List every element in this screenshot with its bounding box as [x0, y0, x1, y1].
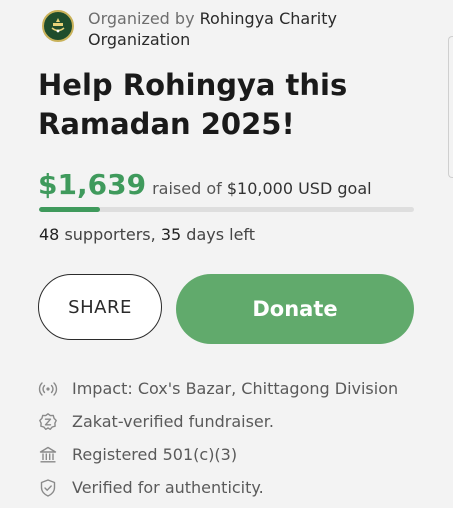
scroll-edge	[448, 36, 453, 178]
share-button[interactable]: SHARE	[38, 274, 162, 340]
supporters-line: 48 supporters, 35 days left	[39, 225, 255, 244]
donate-button[interactable]: Donate	[176, 274, 414, 344]
funding-summary: $1,639 raised of $10,000 USD goal	[38, 168, 372, 201]
goal-text: raised of $10,000 USD goal	[152, 179, 372, 198]
charity-crest-icon	[42, 10, 74, 42]
organizer-text: Organized by Rohingya Charity Organizati…	[88, 8, 378, 50]
feature-label: Impact: Cox's Bazar, Chittagong Division	[72, 379, 399, 398]
days-label: days left	[186, 225, 256, 244]
feature-impact: Impact: Cox's Bazar, Chittagong Division	[38, 372, 398, 405]
raised-of-label: raised of	[152, 179, 222, 198]
feature-verified: Verified for authenticity.	[38, 471, 398, 504]
progress-fill	[39, 207, 101, 212]
supporters-label: supporters,	[64, 225, 156, 244]
goal-amount: $10,000	[226, 179, 293, 198]
campaign-title: Help Rohingya this Ramadan 2025!	[38, 68, 348, 141]
zakat-icon	[38, 412, 58, 432]
feature-zakat: Zakat-verified fundraiser.	[38, 405, 398, 438]
broadcast-icon	[38, 379, 58, 399]
days-count: 35	[160, 225, 182, 244]
feature-registered: Registered 501(c)(3)	[38, 438, 398, 471]
feature-label: Verified for authenticity.	[72, 478, 264, 497]
feature-list: Impact: Cox's Bazar, Chittagong Division…	[38, 372, 398, 504]
feature-label: Registered 501(c)(3)	[72, 445, 238, 464]
supporters-count: 48	[39, 225, 60, 244]
organizer-prefix: Organized by	[88, 9, 195, 28]
shield-check-icon	[38, 478, 58, 498]
bank-icon	[38, 445, 58, 465]
raised-amount: $1,639	[38, 168, 147, 201]
organizer-header: Organized by Rohingya Charity Organizati…	[42, 8, 378, 50]
progress-bar	[39, 207, 414, 212]
goal-suffix: USD goal	[298, 179, 372, 198]
feature-label: Zakat-verified fundraiser.	[72, 412, 274, 431]
